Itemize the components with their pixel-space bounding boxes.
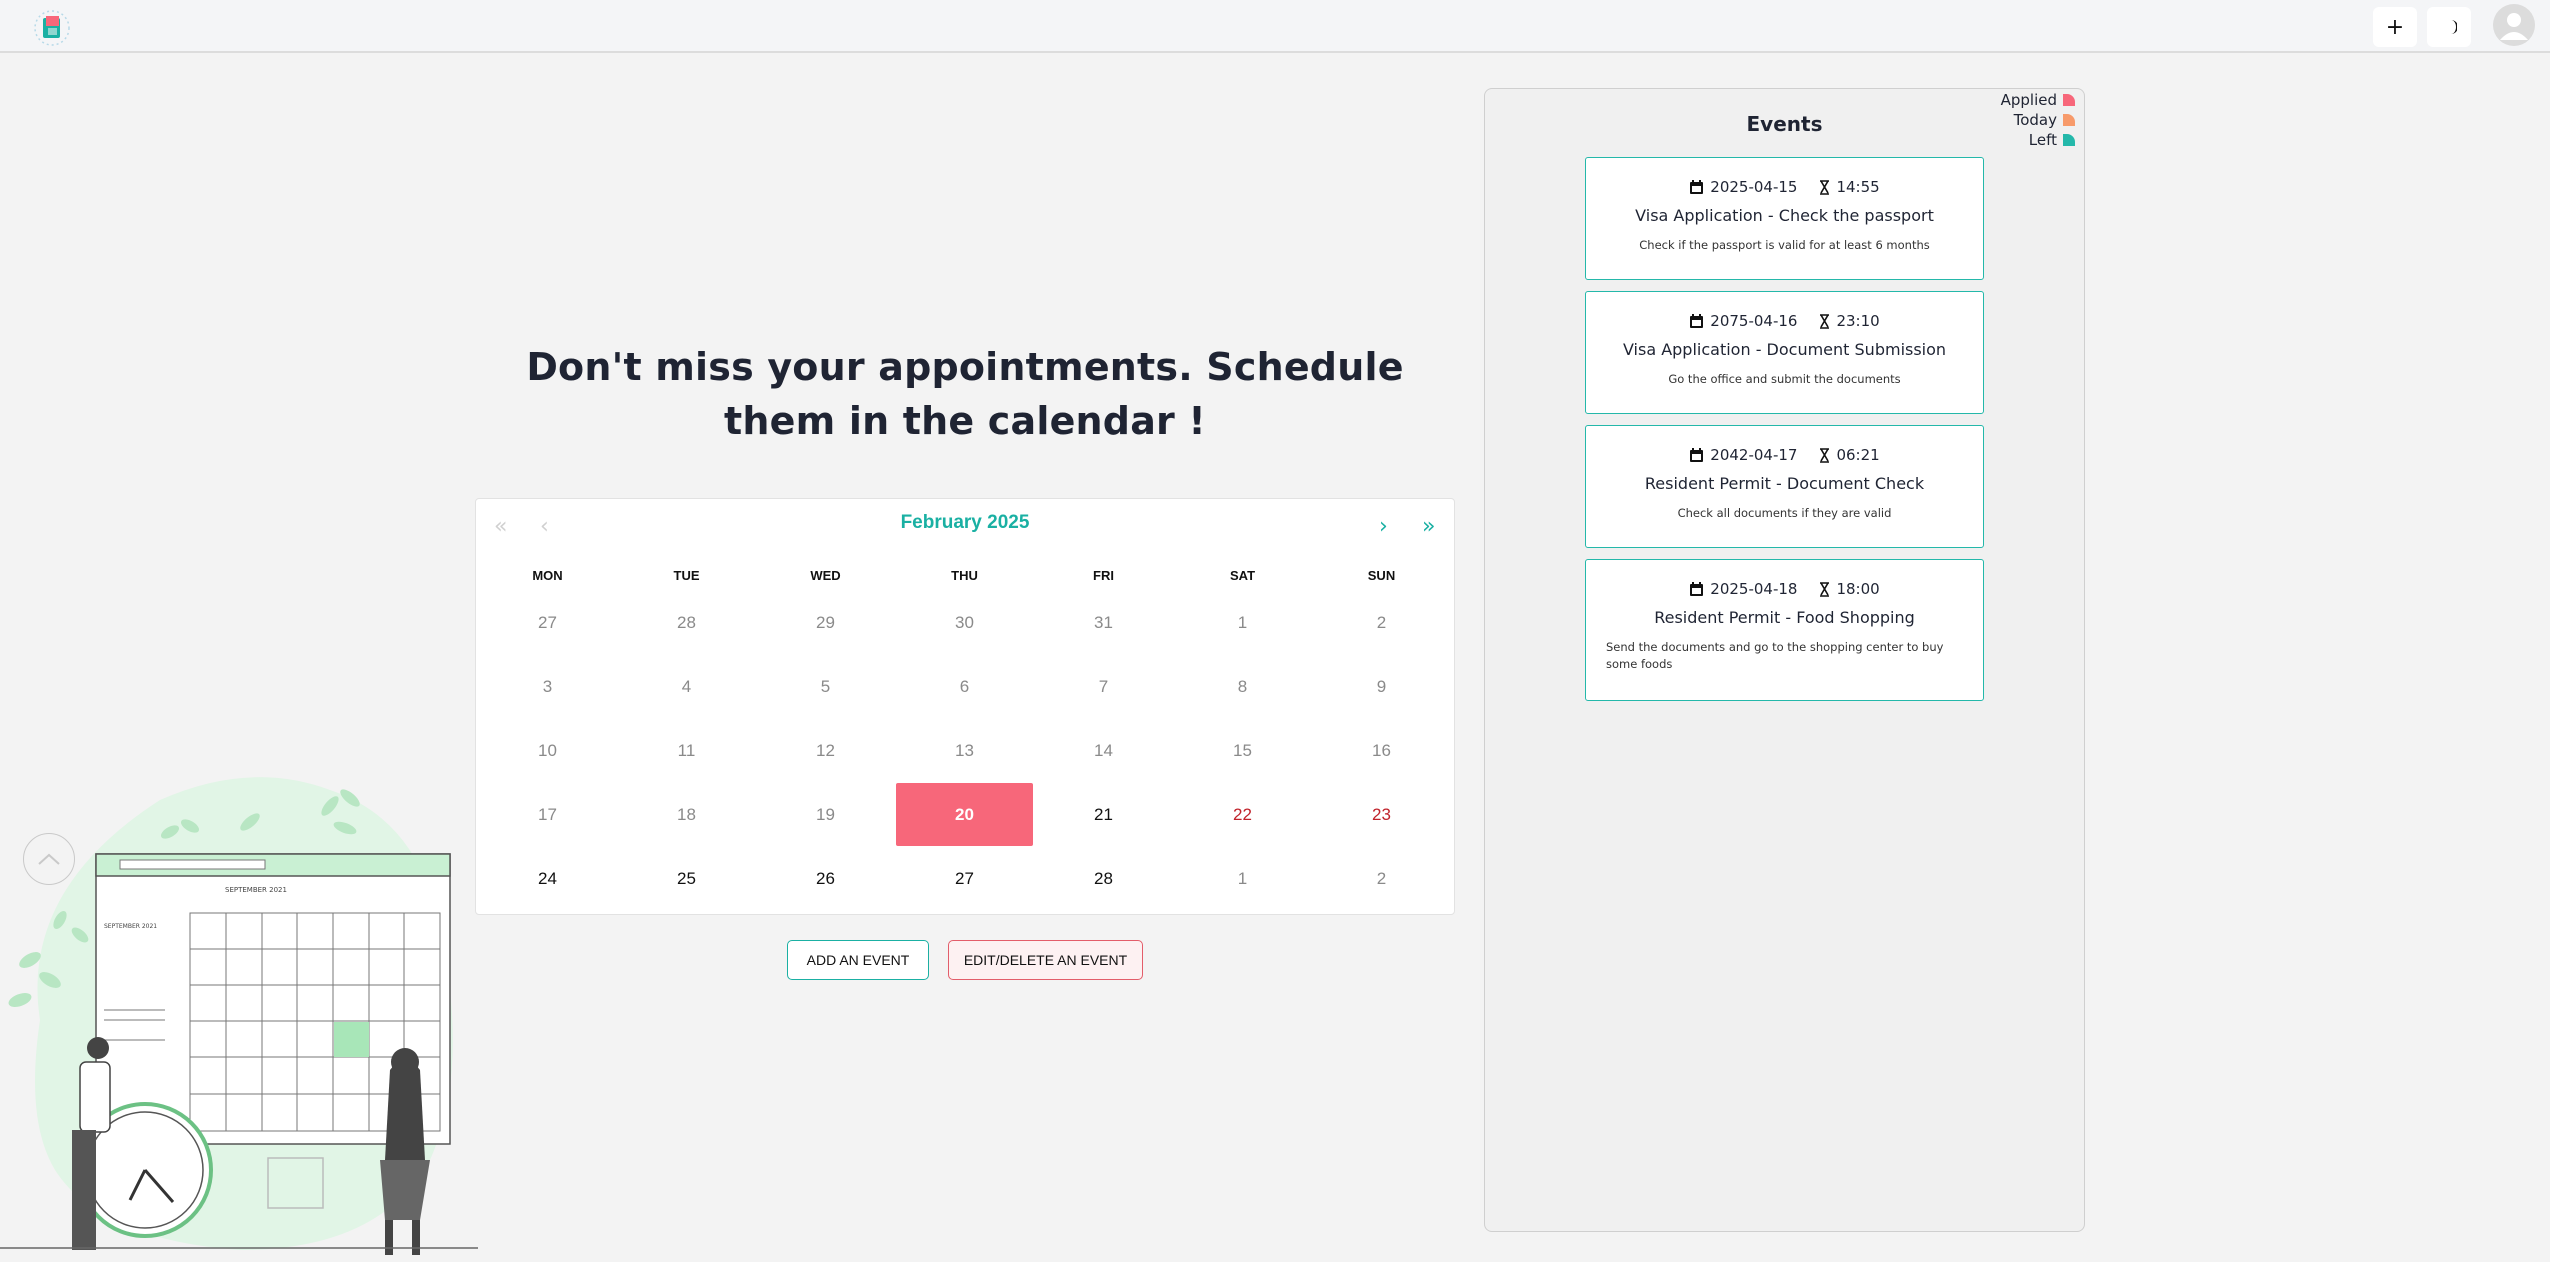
page-headline: Don't miss your appointments. Schedule t… xyxy=(526,345,1404,443)
theme-toggle-button[interactable] xyxy=(2427,7,2471,47)
event-meta: 2025-04-18 18:00 xyxy=(1586,580,1983,598)
calendar-day[interactable]: 28 xyxy=(617,591,756,654)
event-title: Resident Permit - Document Check xyxy=(1644,474,1925,493)
calendar-day[interactable]: 7 xyxy=(1034,655,1173,718)
event-date: 2075-04-16 xyxy=(1710,312,1798,330)
add-event-button[interactable]: + xyxy=(2373,7,2417,47)
weekday-thu: THU xyxy=(951,568,978,583)
calendar-day[interactable]: 13 xyxy=(895,719,1034,782)
legend-label: Left xyxy=(2028,131,2057,149)
calendar-day[interactable]: 31 xyxy=(1034,591,1173,654)
illustration-month-label: SEPTEMBER 2021 xyxy=(225,886,287,894)
event-meta: 2075-04-16 23:10 xyxy=(1586,312,1983,330)
weekday-fri: FRI xyxy=(1093,568,1114,583)
calendar-day-today[interactable]: 20 xyxy=(896,783,1033,846)
legend-swatch xyxy=(2063,114,2075,126)
calendar-day[interactable]: 8 xyxy=(1173,655,1312,718)
calendar-day[interactable]: 24 xyxy=(478,847,617,910)
event-title: Visa Application - Document Submission xyxy=(1622,340,1947,359)
event-title: Resident Permit - Food Shopping xyxy=(1654,608,1915,627)
calendar-day[interactable]: 5 xyxy=(756,655,895,718)
calendar-day[interactable]: 28 xyxy=(1034,847,1173,910)
calendar-day[interactable]: 21 xyxy=(1034,783,1173,846)
calendar-day[interactable]: 12 xyxy=(756,719,895,782)
user-avatar-icon[interactable] xyxy=(2493,4,2535,46)
event-card[interactable]: 2025-04-15 14:55 Visa Application - Check … xyxy=(1585,157,1984,280)
event-card[interactable]: 2075-04-16 23:10 Visa Application - Docume… xyxy=(1585,291,1984,414)
legend-item-today: Today xyxy=(1990,111,2075,129)
event-description: Check all documents if they are valid xyxy=(1677,506,1892,520)
edit-delete-event-button[interactable]: EDIT/DELETE AN EVENT xyxy=(948,940,1143,980)
calendar-day[interactable]: 1 xyxy=(1173,847,1312,910)
weekday-tue: TUE xyxy=(673,568,700,583)
legend-label: Today xyxy=(2013,111,2057,129)
calendar-day[interactable]: 27 xyxy=(895,847,1034,910)
event-title: Visa Application - Check the passport xyxy=(1635,206,1934,225)
event-description: Check if the passport is valid for at le… xyxy=(1639,238,1930,252)
event-time: 18:00 xyxy=(1836,580,1880,598)
calendar-icon xyxy=(1690,179,1704,194)
calendar-day[interactable]: 16 xyxy=(1312,719,1451,782)
event-time: 23:10 xyxy=(1836,312,1880,330)
weekday-sun: SUN xyxy=(1367,568,1396,583)
calendar-month-title[interactable]: February 2025 xyxy=(475,512,1455,534)
calendar-day[interactable]: 27 xyxy=(478,591,617,654)
calendar-day[interactable]: 30 xyxy=(895,591,1034,654)
calendar-day[interactable]: 2 xyxy=(1312,591,1451,654)
legend-item-applied: Applied xyxy=(1990,91,2075,109)
event-date: 2042-04-17 xyxy=(1710,446,1798,464)
calendar-day[interactable]: 3 xyxy=(478,655,617,718)
calendar-day[interactable]: 23 xyxy=(1312,783,1451,846)
calendar-day[interactable]: 4 xyxy=(617,655,756,718)
event-date: 2025-04-18 xyxy=(1710,580,1798,598)
hourglass-icon xyxy=(1820,179,1830,195)
hourglass-icon xyxy=(1820,313,1830,329)
calendar-day[interactable]: 25 xyxy=(617,847,756,910)
event-description: Go the office and submit the documents xyxy=(1668,372,1901,386)
calendar-icon xyxy=(1690,447,1704,462)
next-month-button[interactable]: › xyxy=(1379,514,1388,539)
event-description: Send the documents and go to the shoppin… xyxy=(1606,640,1944,671)
calendar-day[interactable]: 26 xyxy=(756,847,895,910)
calendar-day[interactable]: 14 xyxy=(1034,719,1173,782)
weekday-mon: MON xyxy=(532,568,563,583)
calendar-day[interactable]: 19 xyxy=(756,783,895,846)
hourglass-icon xyxy=(1820,447,1830,463)
illustration-mini-month-label: SEPTEMBER 2021 xyxy=(104,923,157,930)
calendar-day[interactable]: 1 xyxy=(1173,591,1312,654)
top-bar: + xyxy=(0,0,2550,53)
legend-item-left: Left xyxy=(1990,131,2075,149)
event-card[interactable]: 2025-04-18 18:00 Resident Permit - Food Sh… xyxy=(1585,559,1984,701)
calendar-day[interactable]: 29 xyxy=(756,591,895,654)
calendar-illustration: SEPTEMBER 2021 SEPTEMBER 2021 xyxy=(0,777,478,1255)
event-meta: 2042-04-17 06:21 xyxy=(1586,446,1983,464)
app-logo-icon[interactable] xyxy=(32,8,72,48)
moon-icon xyxy=(2451,20,2457,34)
event-meta: 2025-04-15 14:55 xyxy=(1586,178,1983,196)
calendar-day[interactable]: 2 xyxy=(1312,847,1451,910)
calendar-day[interactable]: 15 xyxy=(1173,719,1312,782)
weekday-wed: WED xyxy=(810,568,841,583)
weekday-sat: SAT xyxy=(1229,568,1256,583)
next-year-button[interactable]: » xyxy=(1422,514,1435,539)
calendar-day[interactable]: 18 xyxy=(617,783,756,846)
calendar-day[interactable]: 11 xyxy=(617,719,756,782)
add-an-event-button[interactable]: ADD AN EVENT xyxy=(787,940,929,980)
hourglass-icon xyxy=(1820,581,1830,597)
calendar-day[interactable]: 10 xyxy=(478,719,617,782)
calendar-icon xyxy=(1690,313,1704,328)
legend-swatch xyxy=(2063,94,2075,106)
legend-label: Applied xyxy=(2000,91,2057,109)
legend-swatch xyxy=(2063,134,2075,146)
calendar-day[interactable]: 9 xyxy=(1312,655,1451,718)
calendar-icon xyxy=(1690,581,1704,596)
event-time: 06:21 xyxy=(1836,446,1880,464)
calendar-day[interactable]: 17 xyxy=(478,783,617,846)
event-card[interactable]: 2042-04-17 06:21 Resident Permit - Documen… xyxy=(1585,425,1984,548)
event-date: 2025-04-15 xyxy=(1710,178,1798,196)
event-time: 14:55 xyxy=(1836,178,1880,196)
calendar-day[interactable]: 6 xyxy=(895,655,1034,718)
calendar-day[interactable]: 22 xyxy=(1173,783,1312,846)
